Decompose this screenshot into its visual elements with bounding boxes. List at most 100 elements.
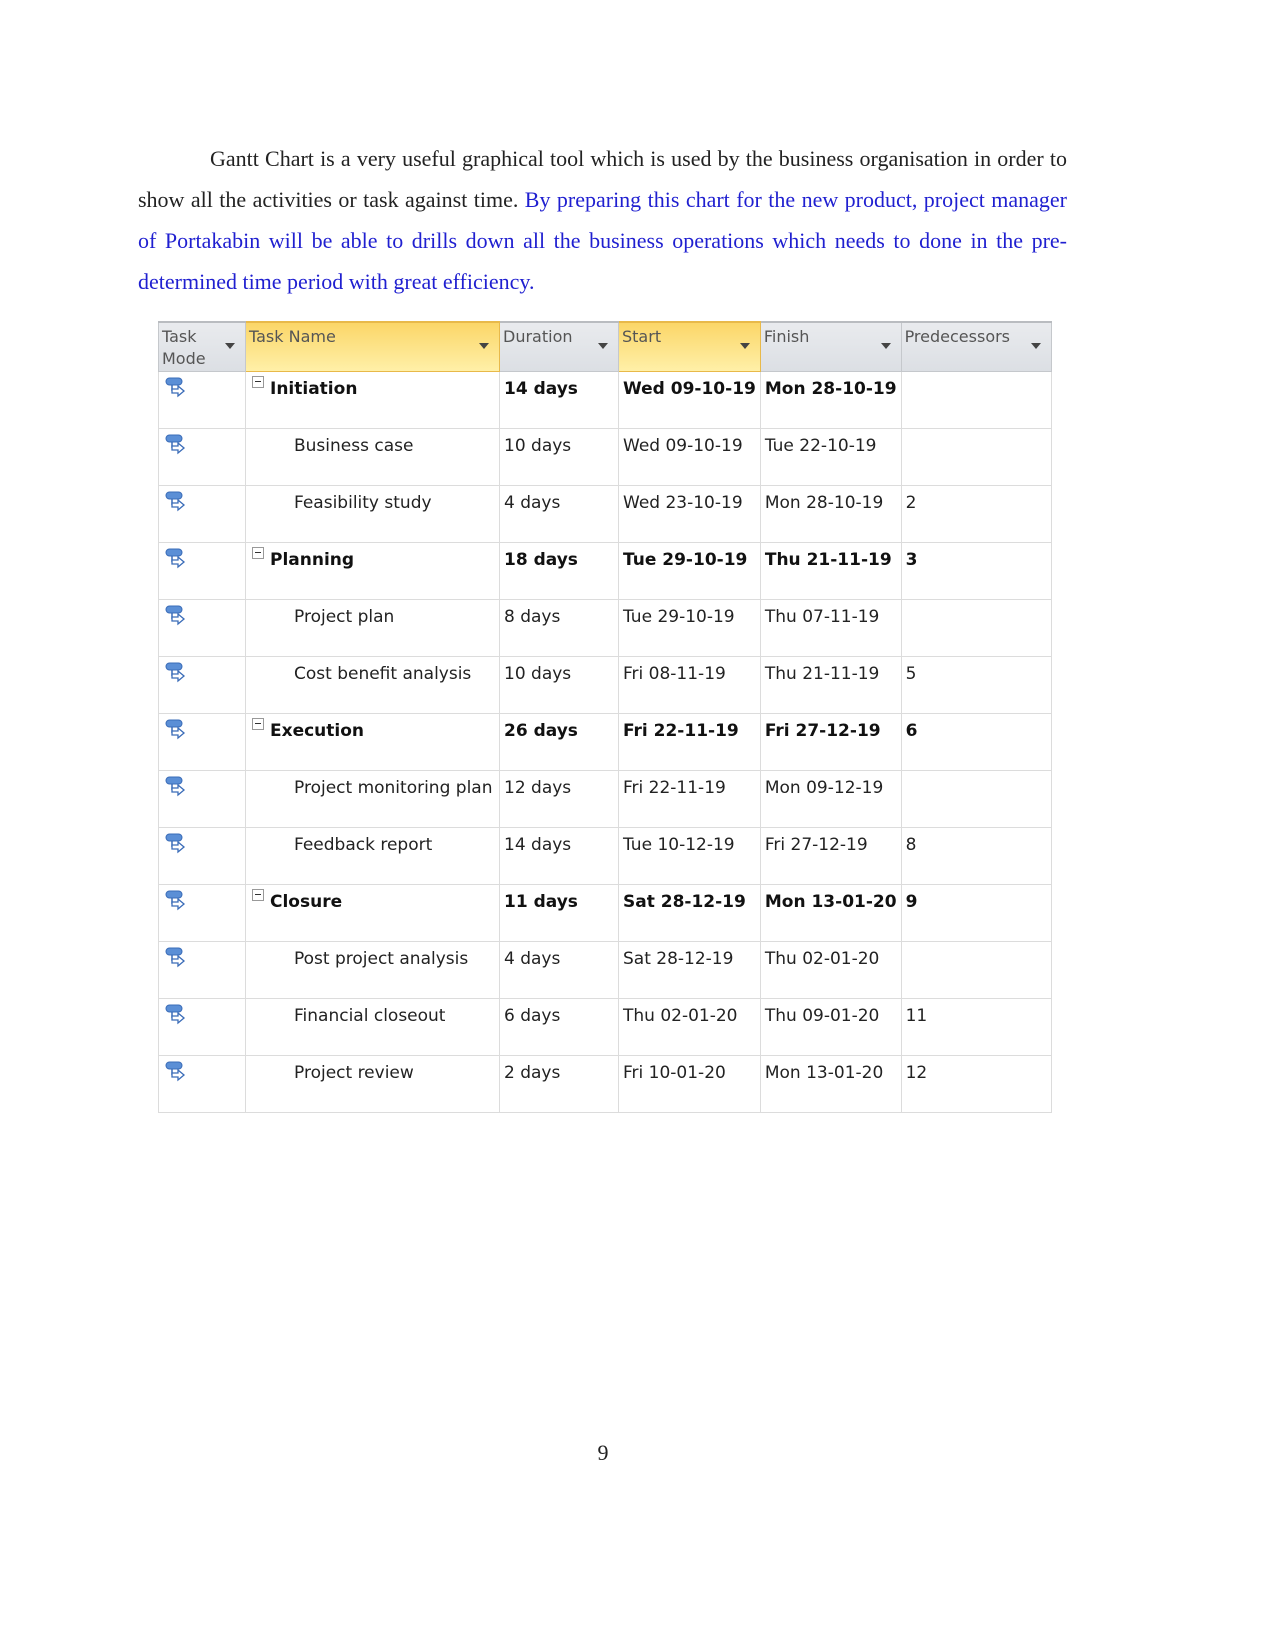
predecessors-cell[interactable]: [900, 770, 1052, 828]
task-name-cell[interactable]: Business case: [245, 428, 500, 486]
predecessors-cell[interactable]: 5: [900, 656, 1052, 714]
predecessors-cell[interactable]: 8: [900, 827, 1052, 885]
task-name-cell[interactable]: Financial closeout: [245, 998, 500, 1056]
table-row[interactable]: Execution 26 days Fri 22-11-19 Fri 27-12-19…: [158, 713, 1052, 771]
column-header-task-name[interactable]: Task Name: [245, 321, 500, 372]
column-header-finish[interactable]: Finish: [759, 321, 902, 372]
predecessors-cell[interactable]: 9: [900, 884, 1052, 942]
start-cell[interactable]: Fri 22-11-19: [618, 770, 761, 828]
start-cell[interactable]: Tue 10-12-19: [618, 827, 761, 885]
dropdown-arrow-icon[interactable]: [880, 343, 891, 349]
task-mode-cell[interactable]: [158, 998, 246, 1056]
task-mode-cell[interactable]: [158, 770, 246, 828]
task-name-cell[interactable]: Project plan: [245, 599, 500, 657]
finish-cell[interactable]: Thu 21-11-19: [759, 542, 902, 600]
finish-cell[interactable]: Thu 02-01-20: [759, 941, 902, 999]
dropdown-arrow-icon[interactable]: [598, 343, 608, 349]
table-row[interactable]: Project plan 8 days Tue 29-10-19 Thu 07-11-…: [158, 599, 1052, 657]
task-mode-cell[interactable]: [158, 884, 246, 942]
task-name-cell[interactable]: Post project analysis: [245, 941, 500, 999]
start-cell[interactable]: Thu 02-01-20: [618, 998, 761, 1056]
task-name-cell[interactable]: Project monitoring plan: [245, 770, 500, 828]
column-header-start[interactable]: Start: [618, 321, 761, 372]
task-name-cell[interactable]: Project review: [245, 1055, 500, 1113]
start-cell[interactable]: Wed 23-10-19: [618, 485, 761, 543]
dropdown-arrow-icon[interactable]: [739, 343, 750, 349]
duration-cell[interactable]: 4 days: [499, 941, 619, 999]
table-row[interactable]: Closure 11 days Sat 28-12-19 Mon 13-01-20 9: [158, 884, 1052, 942]
duration-cell[interactable]: 8 days: [499, 599, 619, 657]
start-cell[interactable]: Fri 10-01-20: [618, 1055, 761, 1113]
task-mode-cell[interactable]: [158, 599, 246, 657]
duration-cell[interactable]: 10 days: [499, 428, 619, 486]
table-row[interactable]: Planning 18 days Tue 29-10-19 Thu 21-11-19 3: [158, 542, 1052, 600]
finish-cell[interactable]: Fri 27-12-19: [759, 827, 902, 885]
start-cell[interactable]: Wed 09-10-19: [618, 371, 761, 429]
finish-cell[interactable]: Mon 28-10-19: [759, 371, 902, 429]
collapse-icon[interactable]: [252, 376, 264, 388]
duration-cell[interactable]: 14 days: [499, 827, 619, 885]
column-header-predecessors[interactable]: Predecessors: [900, 321, 1052, 372]
start-cell[interactable]: Fri 22-11-19: [618, 713, 761, 771]
finish-cell[interactable]: Mon 13-01-20: [759, 884, 902, 942]
collapse-icon[interactable]: [252, 547, 264, 559]
table-row[interactable]: Project monitoring plan 12 days Fri 22-11-…: [158, 770, 1052, 828]
predecessors-cell[interactable]: [900, 428, 1052, 486]
finish-cell[interactable]: Mon 13-01-20: [759, 1055, 902, 1113]
duration-cell[interactable]: 10 days: [499, 656, 619, 714]
task-name-cell[interactable]: Planning: [245, 542, 500, 600]
finish-cell[interactable]: Thu 07-11-19: [759, 599, 902, 657]
start-cell[interactable]: Fri 08-11-19: [618, 656, 761, 714]
start-cell[interactable]: Sat 28-12-19: [618, 884, 761, 942]
predecessors-cell[interactable]: [900, 941, 1052, 999]
task-name-cell[interactable]: Feedback report: [245, 827, 500, 885]
table-row[interactable]: Business case 10 days Wed 09-10-19 Tue 22-1…: [158, 428, 1052, 486]
duration-cell[interactable]: 12 days: [499, 770, 619, 828]
task-name-cell[interactable]: Feasibility study: [245, 485, 500, 543]
duration-cell[interactable]: 26 days: [499, 713, 619, 771]
table-row[interactable]: Financial closeout 6 days Thu 02-01-20 Thu …: [158, 998, 1052, 1056]
task-name-cell[interactable]: Execution: [245, 713, 500, 771]
dropdown-arrow-icon[interactable]: [479, 343, 489, 349]
finish-cell[interactable]: Fri 27-12-19: [759, 713, 902, 771]
predecessors-cell[interactable]: 6: [900, 713, 1052, 771]
column-header-task-mode[interactable]: Task Mode: [158, 321, 246, 372]
task-name-cell[interactable]: Cost benefit analysis: [245, 656, 500, 714]
task-mode-cell[interactable]: [158, 371, 246, 429]
duration-cell[interactable]: 18 days: [499, 542, 619, 600]
collapse-icon[interactable]: [252, 718, 264, 730]
table-row[interactable]: Feedback report 14 days Tue 10-12-19 Fri 27…: [158, 827, 1052, 885]
finish-cell[interactable]: Thu 21-11-19: [759, 656, 902, 714]
task-mode-cell[interactable]: [158, 713, 246, 771]
predecessors-cell[interactable]: 11: [900, 998, 1052, 1056]
duration-cell[interactable]: 2 days: [499, 1055, 619, 1113]
duration-cell[interactable]: 14 days: [499, 371, 619, 429]
task-mode-cell[interactable]: [158, 428, 246, 486]
duration-cell[interactable]: 11 days: [499, 884, 619, 942]
task-mode-cell[interactable]: [158, 656, 246, 714]
table-row[interactable]: Project review 2 days Fri 10-01-20 Mon 13-0…: [158, 1055, 1052, 1113]
collapse-icon[interactable]: [252, 889, 264, 901]
dropdown-arrow-icon[interactable]: [225, 343, 235, 349]
dropdown-arrow-icon[interactable]: [1030, 343, 1041, 349]
table-row[interactable]: Initiation 14 days Wed 09-10-19 Mon 28-10-1…: [158, 371, 1052, 429]
predecessors-cell[interactable]: 2: [900, 485, 1052, 543]
duration-cell[interactable]: 6 days: [499, 998, 619, 1056]
table-row[interactable]: Feasibility study 4 days Wed 23-10-19 Mon 2…: [158, 485, 1052, 543]
task-mode-cell[interactable]: [158, 827, 246, 885]
task-name-cell[interactable]: Initiation: [245, 371, 500, 429]
task-name-cell[interactable]: Closure: [245, 884, 500, 942]
finish-cell[interactable]: Mon 28-10-19: [759, 485, 902, 543]
table-row[interactable]: Cost benefit analysis 10 days Fri 08-11-19…: [158, 656, 1052, 714]
task-mode-cell[interactable]: [158, 485, 246, 543]
duration-cell[interactable]: 4 days: [499, 485, 619, 543]
predecessors-cell[interactable]: [900, 599, 1052, 657]
start-cell[interactable]: Tue 29-10-19: [618, 599, 761, 657]
start-cell[interactable]: Tue 29-10-19: [618, 542, 761, 600]
finish-cell[interactable]: Tue 22-10-19: [759, 428, 902, 486]
start-cell[interactable]: Wed 09-10-19: [618, 428, 761, 486]
table-row[interactable]: Post project analysis 4 days Sat 28-12-19 T…: [158, 941, 1052, 999]
task-mode-cell[interactable]: [158, 1055, 246, 1113]
finish-cell[interactable]: Thu 09-01-20: [759, 998, 902, 1056]
start-cell[interactable]: Sat 28-12-19: [618, 941, 761, 999]
